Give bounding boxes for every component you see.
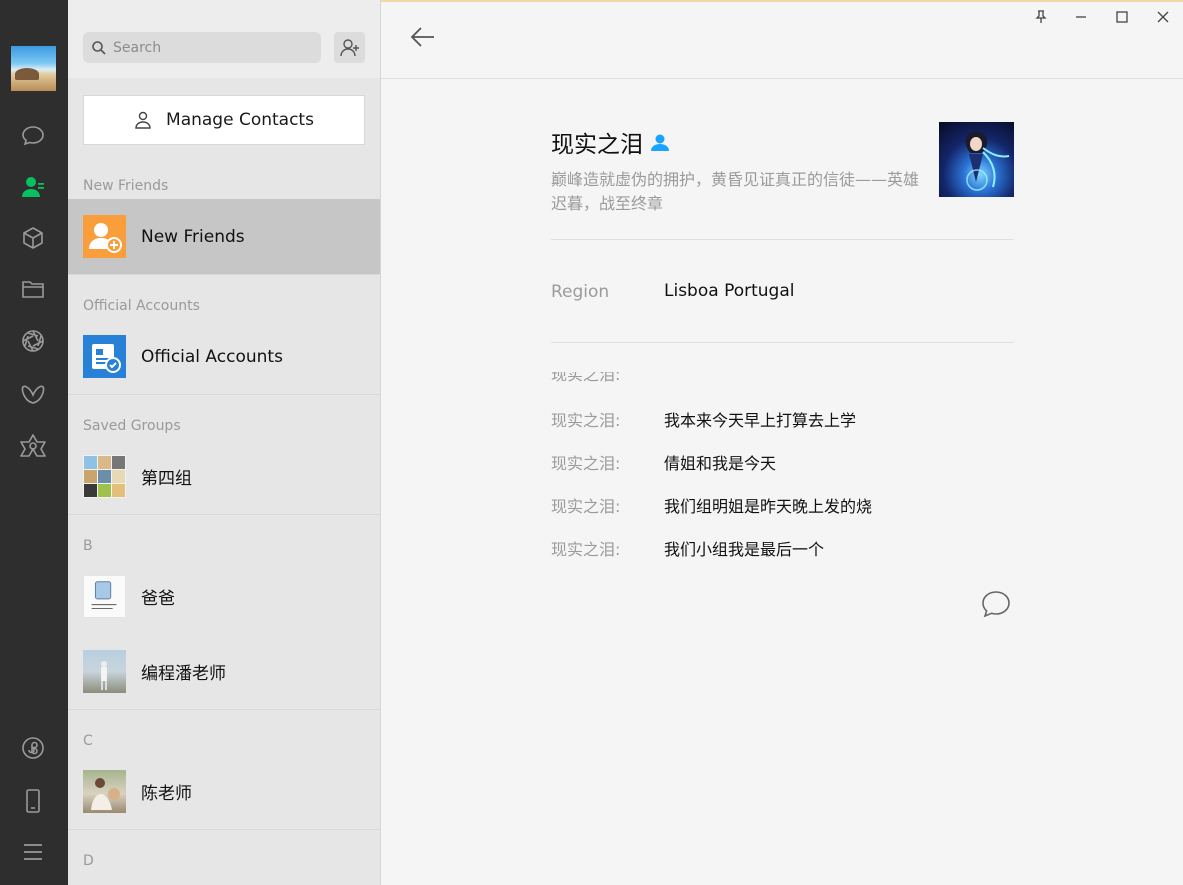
divider (68, 394, 380, 395)
contact-name: 陈老师 (141, 784, 192, 804)
section-label-official-accounts: Official Accounts (83, 298, 200, 314)
message-row: 现实之泪: 我们组明姐是昨天晚上发的烧 (551, 492, 872, 518)
divider (68, 829, 380, 830)
profile-signature: 巅峰造就虚伪的拥护，黄昏见证真正的信徒——英雄迟暮，战至终章 (551, 170, 920, 213)
folder-icon[interactable] (14, 270, 52, 308)
region-value: Lisboa Portugal (664, 281, 795, 301)
section-label-saved-groups: Saved Groups (83, 418, 181, 434)
mini-program-icon[interactable] (14, 729, 52, 767)
message-sender: 现实之泪: (551, 372, 621, 382)
message-row: 现实之泪: 我本来今天早上打算去上学 (551, 406, 856, 432)
contact-name: 第四组 (141, 469, 192, 489)
contact-avatar (83, 770, 126, 813)
header-divider (381, 78, 1183, 79)
minimize-icon[interactable] (1070, 6, 1092, 28)
contact-name: 爸爸 (141, 589, 175, 609)
maximize-icon[interactable] (1111, 6, 1133, 28)
aperture-icon[interactable] (14, 322, 52, 360)
official-account-icon (83, 335, 126, 378)
send-message-icon[interactable] (979, 588, 1013, 622)
message-sender: 现实之泪: (551, 411, 621, 430)
section-label-d: D (83, 853, 94, 869)
list-item-new-friends[interactable]: New Friends (68, 199, 380, 274)
list-item-official-accounts[interactable]: Official Accounts (68, 319, 380, 394)
message-text: 我本来今天早上打算去上学 (664, 411, 857, 430)
profile-avatar[interactable] (939, 122, 1014, 197)
chat-bubble-icon[interactable] (14, 117, 52, 155)
section-label-new-friends: New Friends (83, 178, 169, 194)
cube-icon[interactable] (14, 219, 52, 257)
region-label: Region (551, 282, 610, 302)
contact-avatar (83, 650, 126, 693)
section-label-b: B (83, 538, 93, 554)
contact-avatar (83, 575, 126, 618)
search-box[interactable] (83, 32, 321, 63)
search-icon (92, 40, 106, 55)
add-contact-icon (339, 38, 359, 56)
profile-name: 现实之泪 (551, 125, 671, 159)
divider (551, 239, 1014, 240)
contact-name: Official Accounts (141, 346, 283, 367)
contacts-panel: Manage Contacts New Friends New Friends … (68, 0, 381, 885)
top-accent-bar (381, 0, 1183, 2)
message-text: 我们组明姐是昨天晚上发的烧 (664, 497, 873, 516)
contacts-icon[interactable] (14, 168, 52, 206)
male-icon (651, 134, 669, 151)
list-item-group[interactable]: 第四组 (68, 439, 380, 514)
group-avatar (83, 455, 126, 498)
hexagram-icon[interactable] (14, 427, 52, 465)
message-sender: 现实之泪: (551, 540, 621, 559)
profile-name-text: 现实之泪 (551, 132, 643, 158)
pin-icon[interactable] (1030, 6, 1052, 28)
search-input[interactable] (113, 39, 313, 56)
add-friend-icon (83, 215, 126, 258)
message-text: 我们小组我是最后一个 (664, 540, 825, 559)
divider (68, 709, 380, 710)
menu-icon[interactable] (14, 833, 52, 871)
list-item-contact[interactable]: 陈老师 (68, 754, 380, 829)
divider (68, 514, 380, 515)
close-icon[interactable] (1152, 6, 1174, 28)
contact-name: New Friends (141, 226, 245, 247)
message-row: 现实之泪: 倩姐和我是今天 (551, 449, 776, 475)
clipped-message-row: 现实之泪: (551, 372, 641, 382)
message-sender: 现实之泪: (551, 497, 621, 516)
message-row: 现实之泪: 我们小组我是最后一个 (551, 535, 824, 561)
divider (68, 274, 380, 275)
butterfly-icon[interactable] (14, 376, 52, 414)
contacts-topbar (68, 0, 380, 78)
user-avatar[interactable] (11, 46, 56, 91)
phone-icon[interactable] (14, 782, 52, 820)
add-contact-button[interactable] (334, 32, 365, 63)
divider (551, 342, 1014, 343)
profile-pane: 现实之泪 巅峰造就虚伪的拥护，黄昏见证真正的信徒——英雄迟暮，战至终章 Regi… (381, 0, 1183, 885)
manage-contacts-icon (135, 111, 151, 129)
message-sender: 现实之泪: (551, 454, 621, 473)
manage-contacts-label: Manage Contacts (166, 110, 314, 130)
contact-name: 编程潘老师 (141, 664, 226, 684)
back-arrow-icon[interactable] (409, 24, 437, 50)
list-item-contact[interactable]: 编程潘老师 (68, 634, 380, 709)
message-text: 倩姐和我是今天 (664, 454, 777, 473)
manage-contacts-button[interactable]: Manage Contacts (83, 95, 365, 145)
section-label-c: C (83, 733, 93, 749)
list-item-contact[interactable]: 爸爸 (68, 559, 380, 634)
navigation-rail (0, 0, 68, 885)
